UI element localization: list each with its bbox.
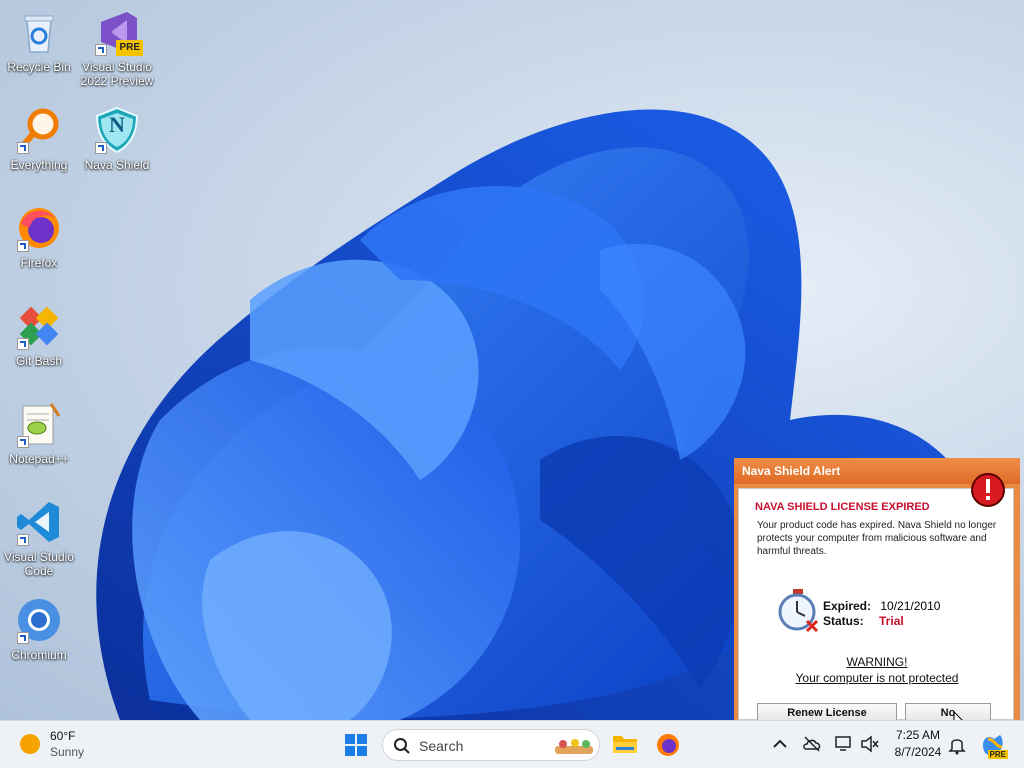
clock-time[interactable]: 7:25 AM bbox=[886, 728, 950, 742]
no-button[interactable]: No bbox=[905, 703, 991, 720]
expired-label: Expired: bbox=[823, 599, 872, 613]
visual-studio-preview-icon: PRE bbox=[93, 8, 143, 56]
shortcut-arrow-icon bbox=[17, 436, 29, 448]
preview-badge: PRE bbox=[116, 40, 143, 56]
chevron-up-icon[interactable] bbox=[772, 737, 788, 751]
alert-heading: NAVA SHIELD LICENSE EXPIRED bbox=[755, 501, 930, 513]
warning-title: WARNING! bbox=[846, 655, 908, 669]
desktop-icon-recycle-bin[interactable]: Recycle Bin bbox=[0, 8, 78, 74]
vscode-icon bbox=[15, 498, 63, 546]
onedrive-offline-icon[interactable] bbox=[802, 735, 822, 753]
recycle-bin-icon bbox=[15, 8, 63, 56]
chromium-icon bbox=[15, 596, 63, 644]
weather-description[interactable]: Sunny bbox=[50, 745, 84, 759]
search-placeholder: Search bbox=[419, 738, 464, 754]
alert-message: Your product code has expired. Nava Shie… bbox=[757, 520, 997, 557]
desktop-icon-nava-shield[interactable]: N Nava Shield bbox=[78, 106, 156, 172]
status-row: Status: Trial bbox=[823, 614, 904, 628]
volume-muted-icon[interactable] bbox=[860, 735, 880, 753]
warning-text: Your computer is not protected bbox=[795, 671, 959, 685]
shortcut-arrow-icon bbox=[17, 338, 29, 350]
desktop-icon-notepad-plus-plus[interactable]: Notepad++ bbox=[0, 400, 78, 466]
desktop-icon-chromium[interactable]: Chromium bbox=[0, 596, 78, 662]
expired-clock-icon bbox=[777, 589, 821, 633]
nava-shield-icon: N bbox=[93, 106, 141, 154]
expired-row: Expired: 10/21/2010 bbox=[823, 599, 940, 613]
alert-exclamation-icon bbox=[970, 472, 1006, 508]
firefox-icon bbox=[15, 204, 63, 252]
firefox-taskbar-icon[interactable] bbox=[656, 733, 680, 757]
renew-license-button[interactable]: Renew License bbox=[757, 703, 897, 720]
search-icon bbox=[394, 738, 410, 754]
desktop-icon-git-bash[interactable]: Git Bash bbox=[0, 302, 78, 368]
start-button[interactable] bbox=[344, 733, 368, 757]
shortcut-arrow-icon bbox=[17, 632, 29, 644]
sun-weather-icon[interactable] bbox=[20, 734, 40, 754]
search-highlight-icon bbox=[555, 739, 593, 754]
shortcut-arrow-icon bbox=[95, 142, 107, 154]
file-explorer-taskbar-icon[interactable] bbox=[612, 733, 638, 755]
shortcut-arrow-icon bbox=[17, 240, 29, 252]
notepad-plus-plus-icon bbox=[15, 400, 63, 448]
desktop-icon-firefox[interactable]: Firefox bbox=[0, 204, 78, 270]
nava-shield-letter: N bbox=[109, 112, 125, 137]
expired-value: 10/21/2010 bbox=[880, 599, 941, 613]
alert-panel: NAVA SHIELD LICENSE EXPIRED Your product… bbox=[738, 488, 1014, 720]
copilot-preview-badge: PRE bbox=[987, 750, 1008, 759]
weather-temperature[interactable]: 60°F bbox=[50, 729, 75, 743]
copilot-icon[interactable]: PRE bbox=[980, 733, 1008, 759]
shortcut-arrow-icon bbox=[17, 534, 29, 546]
desktop-icon-visual-studio-preview[interactable]: PRE Visual Studio 2022 Preview bbox=[78, 8, 156, 88]
shortcut-arrow-icon bbox=[95, 44, 107, 56]
desktop-icon-everything[interactable]: Everything bbox=[0, 106, 78, 172]
everything-search-icon bbox=[15, 106, 63, 154]
clock-date[interactable]: 8/7/2024 bbox=[886, 745, 950, 759]
network-icon[interactable] bbox=[834, 735, 854, 753]
taskbar: 60°F Sunny Search 7:25 AM 8/7/2024 PRE bbox=[0, 720, 1024, 768]
desktop: Recycle Bin PRE Visual Studio 2022 Previ… bbox=[0, 0, 1024, 720]
status-value: Trial bbox=[879, 614, 904, 628]
windows-logo-icon bbox=[345, 734, 367, 756]
status-label: Status: bbox=[823, 614, 864, 628]
git-bash-icon bbox=[15, 302, 63, 350]
notification-bell-icon[interactable] bbox=[948, 735, 966, 755]
desktop-icon-vscode[interactable]: Visual Studio Code bbox=[0, 498, 78, 578]
shortcut-arrow-icon bbox=[17, 142, 29, 154]
mouse-cursor-icon bbox=[952, 712, 972, 720]
taskbar-search-box[interactable]: Search bbox=[382, 729, 600, 761]
